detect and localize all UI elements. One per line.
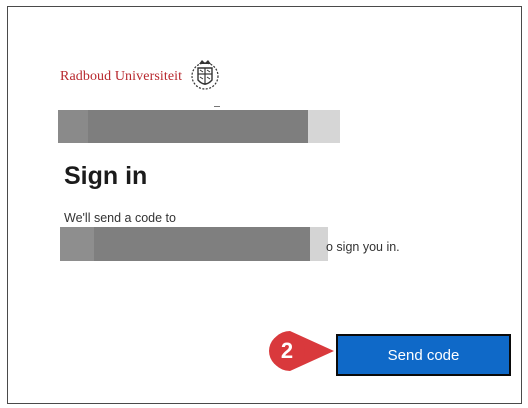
redacted-account-field — [58, 110, 340, 143]
divider — [214, 106, 220, 107]
redacted-email — [60, 227, 328, 261]
page-title: Sign in — [64, 162, 148, 190]
signin-message-line-2: o sign you in. — [326, 240, 400, 254]
send-code-button[interactable]: Send code — [336, 334, 511, 376]
signin-message-line-1: We'll send a code to — [64, 211, 176, 225]
step-number: 2 — [280, 338, 294, 363]
radboud-seal-icon — [191, 60, 219, 90]
brand-header: Radboud Universiteit — [60, 55, 220, 99]
university-name: Radboud Universiteit — [60, 69, 183, 84]
